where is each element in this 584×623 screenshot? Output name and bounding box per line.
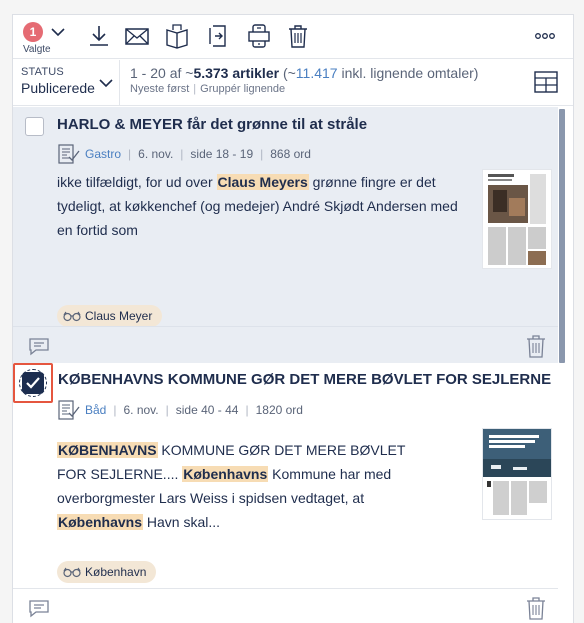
result-count: 1 - 20 af ~5.373 artikler (~11.417 inkl.… <box>130 65 479 81</box>
similar-count: 11.417 <box>295 65 338 81</box>
trash-icon[interactable] <box>285 23 311 49</box>
article-meta: Gastro | 6. nov. | side 18 - 19 | 868 or… <box>57 142 311 166</box>
toolbar: 1 Valgte <box>13 15 573 59</box>
magazine-icon <box>58 400 80 420</box>
article-snippet: KØBENHAVNS KOMMUNE GØR DET MERE BØVLET F… <box>57 442 406 530</box>
entity-tag[interactable]: Claus Meyer <box>57 305 163 327</box>
selected-dropdown[interactable]: 1 Valgte <box>21 19 69 57</box>
status-value: Publicerede <box>21 80 95 96</box>
article-thumbnail[interactable] <box>482 169 552 269</box>
page-preview-image <box>483 429 551 515</box>
entity-tag-label: København <box>85 565 147 579</box>
article-words: 868 ord <box>270 147 311 161</box>
article-checkbox-selected[interactable] <box>13 363 53 403</box>
glasses-icon <box>63 311 81 322</box>
article-date: 6. nov. <box>123 403 159 417</box>
sort-option[interactable]: Nyeste først <box>130 83 189 95</box>
devices-icon[interactable] <box>246 23 272 49</box>
comment-icon[interactable] <box>27 335 51 357</box>
check-icon <box>26 377 40 389</box>
article-footer <box>13 588 558 623</box>
article-snippet: ikke tilfældigt, for ud over Claus Meyer… <box>57 174 458 238</box>
article-checkbox[interactable] <box>25 117 44 136</box>
article-words: 1820 ord <box>255 403 303 417</box>
search-highlight: Københavns <box>57 514 144 530</box>
mail-icon[interactable] <box>124 23 150 49</box>
scrollbar-thumb[interactable] <box>559 109 565 363</box>
status-caption: STATUS <box>21 66 64 78</box>
page-preview-image <box>483 170 551 268</box>
article-date: 6. nov. <box>138 147 174 161</box>
article-item[interactable]: KØBENHAVNS KOMMUNE GØR DET MERE BØVLET F… <box>13 363 558 588</box>
article-pages: side 18 - 19 <box>190 147 254 161</box>
article-item[interactable]: HARLO & MEYER får det grønne til at strå… <box>13 107 558 327</box>
search-highlight: Claus Meyers <box>216 174 309 190</box>
article-footer <box>13 326 558 363</box>
search-highlight: Københavns <box>182 466 269 482</box>
group-similar-option[interactable]: Gruppér lignende <box>200 83 285 95</box>
trash-icon[interactable] <box>525 595 547 621</box>
result-total: 5.373 artikler <box>193 65 280 81</box>
search-results-panel: 1 Valgte STATUS Publicerede 1 - 20 af ~5… <box>12 14 574 623</box>
checkbox-checked <box>22 372 44 394</box>
glasses-icon <box>63 567 81 578</box>
entity-tag-label: Claus Meyer <box>85 309 153 323</box>
sort-row: Nyeste først | Gruppér lignende <box>130 83 286 95</box>
article-meta: Båd | 6. nov. | side 40 - 44 | 1820 ord <box>57 398 303 422</box>
search-highlight: KØBENHAVNS <box>57 442 158 458</box>
status-filter-dropdown[interactable]: STATUS Publicerede <box>13 60 120 106</box>
article-title[interactable]: HARLO & MEYER får det grønne til at strå… <box>57 116 367 133</box>
article-source[interactable]: Båd <box>85 403 106 417</box>
magazine-icon <box>58 144 80 164</box>
status-bar: STATUS Publicerede 1 - 20 af ~5.373 arti… <box>13 60 573 106</box>
article-title[interactable]: KØBENHAVNS KOMMUNE GØR DET MERE BØVLET F… <box>58 371 551 388</box>
more-icon[interactable] <box>532 23 558 49</box>
export-icon[interactable] <box>204 23 230 49</box>
book-icon[interactable] <box>164 23 190 49</box>
entity-tag[interactable]: København <box>57 561 157 583</box>
selected-label: Valgte <box>23 44 51 55</box>
trash-icon[interactable] <box>525 333 547 359</box>
chevron-down-icon <box>51 28 65 37</box>
selected-count-badge: 1 <box>23 22 43 42</box>
chevron-down-icon <box>99 79 113 88</box>
article-pages: side 40 - 44 <box>175 403 239 417</box>
article-thumbnail[interactable] <box>482 428 552 520</box>
download-icon[interactable] <box>86 23 112 49</box>
layout-toggle-icon[interactable] <box>533 69 559 95</box>
comment-icon[interactable] <box>27 597 51 619</box>
article-source[interactable]: Gastro <box>85 147 121 161</box>
